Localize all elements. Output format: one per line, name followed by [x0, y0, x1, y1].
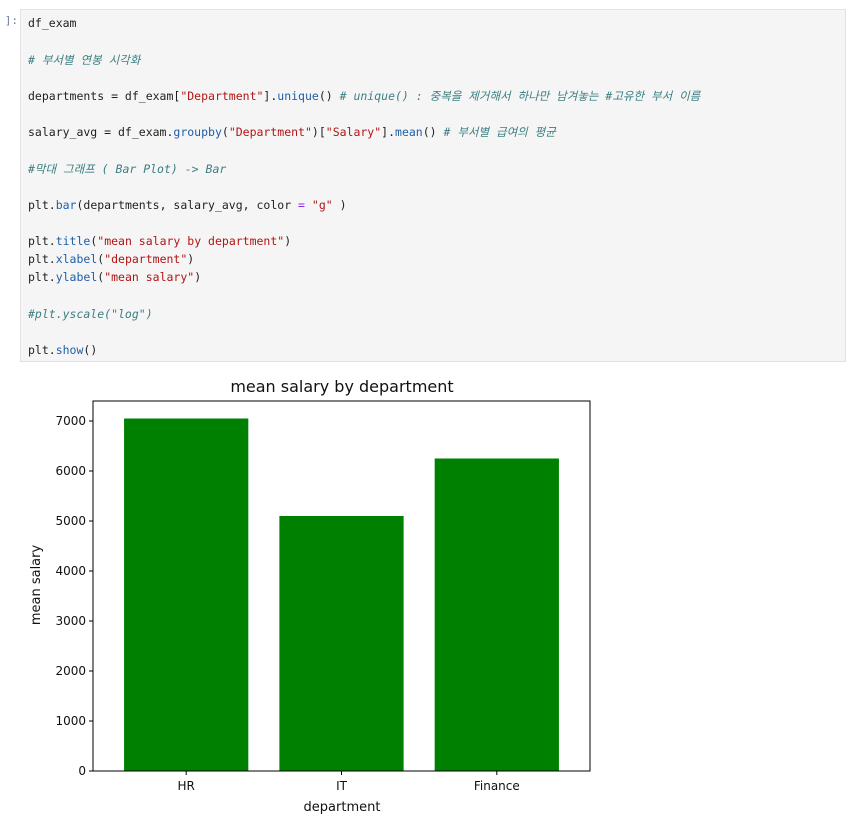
x-tick-label: IT	[336, 779, 348, 793]
bar-finance	[434, 458, 559, 771]
chart-title: mean salary by department	[230, 377, 453, 396]
code-text: )	[332, 198, 347, 212]
code-text: (departments, salary_avg, color	[76, 198, 299, 212]
y-axis-label: mean salary	[29, 545, 44, 626]
code-function: show	[55, 343, 84, 357]
code-string: "Department"	[180, 89, 264, 103]
code-function: groupby	[173, 125, 222, 139]
code-line: # 부서별 연봉 시각화	[28, 52, 140, 68]
code-function: ylabel	[55, 270, 98, 284]
code-string: "department"	[104, 252, 188, 266]
y-tick-label: 4000	[55, 564, 86, 578]
code-line: plt.title("mean salary by department")	[28, 233, 291, 249]
code-text: departments = df_exam[	[28, 89, 181, 103]
code-text: ].	[263, 89, 278, 103]
code-string: "Salary"	[325, 125, 382, 139]
code-text: plt.	[28, 252, 56, 266]
x-tick-label: Finance	[474, 779, 520, 793]
code-line: plt.xlabel("department")	[28, 251, 194, 267]
code-comment: # 부서별 연봉 시각화	[28, 53, 141, 67]
code-text: )	[187, 252, 195, 266]
bar-hr	[124, 418, 249, 771]
code-line: departments = df_exam["Department"].uniq…	[28, 88, 700, 104]
code-text: (	[221, 125, 229, 139]
code-line: df_exam	[28, 15, 76, 31]
code-line: #plt.yscale("log")	[28, 306, 153, 322]
code-line: salary_avg = df_exam.groupby("Department…	[28, 124, 556, 140]
code-function: mean	[395, 125, 423, 139]
code-text: salary_avg = df_exam.	[28, 125, 174, 139]
y-tick-label: 7000	[55, 414, 86, 428]
code-string: "Department"	[228, 125, 312, 139]
code-function: unique	[277, 89, 319, 103]
code-string: "g"	[311, 198, 333, 212]
code-text: plt.	[28, 343, 56, 357]
code-text: ()	[83, 343, 98, 357]
code-comment: #막대 그래프 ( Bar Plot) -> Bar	[28, 162, 227, 176]
bar-chart: mean salary by department department mea…	[29, 377, 591, 815]
y-tick-label: 6000	[55, 464, 86, 478]
code-text: )	[284, 234, 292, 248]
code-line: plt.show()	[28, 342, 97, 358]
code-text: ].	[381, 125, 396, 139]
cell-prompt: ]:	[4, 14, 18, 27]
code-text: ()	[422, 125, 444, 139]
code-comment: # 부서별 급여의 평균	[443, 125, 556, 139]
code-comment: #plt.yscale("log")	[28, 307, 153, 321]
bar-it	[279, 516, 404, 771]
code-cell-editor[interactable]: df_exam # 부서별 연봉 시각화 departments = df_ex…	[20, 9, 846, 362]
code-string: "mean salary"	[104, 270, 195, 284]
cell-output: mean salary by department department mea…	[20, 368, 640, 827]
code-text: )	[194, 270, 202, 284]
code-text: plt.	[28, 270, 56, 284]
x-axis-label: department	[304, 800, 381, 815]
code-line: #막대 그래프 ( Bar Plot) -> Bar	[28, 161, 226, 177]
code-line: plt.bar(departments, salary_avg, color =…	[28, 197, 347, 213]
y-tick-label: 1000	[55, 714, 86, 728]
code-line: plt.ylabel("mean salary")	[28, 269, 201, 285]
code-function: xlabel	[55, 252, 98, 266]
y-tick-label: 2000	[55, 664, 86, 678]
y-tick-label: 5000	[55, 514, 86, 528]
code-text: df_exam	[28, 16, 77, 30]
x-tick-label: HR	[178, 779, 195, 793]
code-text: ()	[318, 89, 340, 103]
code-operator: =	[298, 198, 305, 212]
code-text: plt.	[28, 198, 56, 212]
code-string: "mean salary by department"	[97, 234, 285, 248]
code-text: plt.	[28, 234, 56, 248]
code-function: title	[55, 234, 91, 248]
code-function: bar	[55, 198, 77, 212]
code-text: )[	[311, 125, 326, 139]
y-tick-label: 3000	[55, 614, 86, 628]
y-tick-label: 0	[78, 764, 86, 778]
code-comment: # unique() : 중복을 제거해서 하나만 남겨놓는 #고유한 부서 이…	[339, 89, 701, 103]
